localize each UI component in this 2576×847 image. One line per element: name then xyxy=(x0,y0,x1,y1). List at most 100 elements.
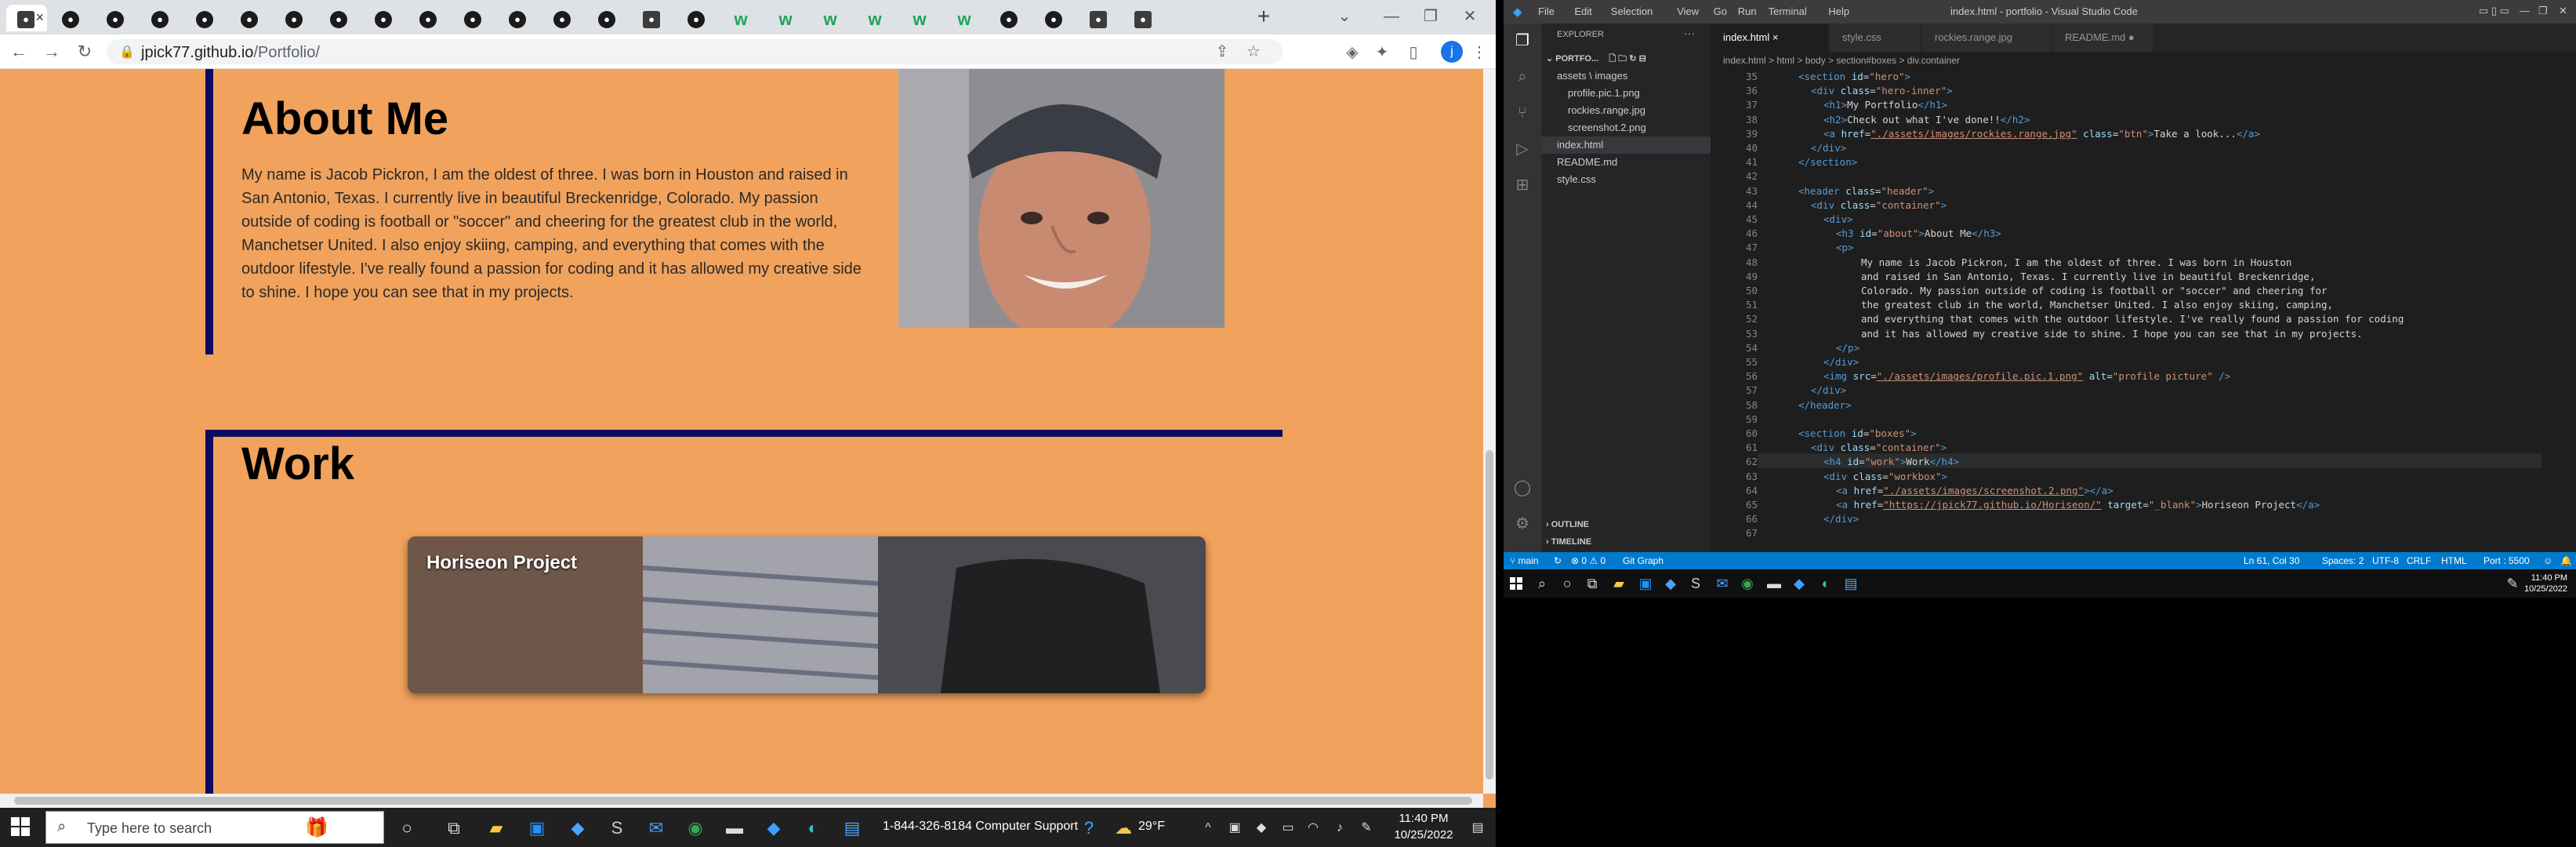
volume-icon[interactable]: ♪ xyxy=(1328,816,1351,840)
file-tree-item[interactable]: profile.pic.1.png xyxy=(1541,85,1711,102)
code-line[interactable]: My name is Jacob Pickron, I am the oldes… xyxy=(1861,256,2291,268)
indentation[interactable]: Spaces: 2 xyxy=(2322,552,2364,569)
notifications-icon[interactable]: 🔔 xyxy=(2560,552,2572,569)
browser-tab[interactable]: ● × xyxy=(6,5,47,31)
code-line[interactable]: <a href="./assets/images/screenshot.2.pn… xyxy=(1836,485,2113,496)
horizontal-scrollbar[interactable] xyxy=(0,794,1483,808)
browser-tab[interactable]: ● xyxy=(498,5,539,31)
feedback-icon[interactable]: ☺ xyxy=(2543,552,2552,569)
browser-tab[interactable]: w xyxy=(811,5,851,31)
battery-icon[interactable]: ▭ xyxy=(1276,816,1300,840)
git-graph-button[interactable]: Git Graph xyxy=(1623,552,1664,569)
side-panel-icon[interactable]: ▯ xyxy=(1403,42,1424,63)
secondary-chrome-icon[interactable]: ◉ xyxy=(1737,574,1758,593)
live-server-port[interactable]: Port : 5500 xyxy=(2483,552,2530,569)
code-line[interactable]: </div> xyxy=(1811,142,1846,154)
explorer-more-icon[interactable]: ··· xyxy=(1684,27,1695,39)
vscode-close-icon[interactable]: ✕ xyxy=(2559,5,2567,17)
secondary-start-icon[interactable] xyxy=(1510,577,1522,590)
terminal-app-icon[interactable]: S xyxy=(605,816,629,840)
secondary-store-icon[interactable]: ▣ xyxy=(1635,574,1656,593)
code-line[interactable]: and raised in San Antonio, Texas. I curr… xyxy=(1861,271,2315,282)
project-label[interactable]: Horiseon Project xyxy=(426,552,577,574)
file-tree-item[interactable]: README.md xyxy=(1541,154,1711,171)
secondary-terminal-app-icon[interactable]: S xyxy=(1685,574,1706,593)
code-line[interactable]: </div> xyxy=(1823,513,1859,525)
manage-gear-icon[interactable]: ⚙ xyxy=(1513,514,1532,533)
code-line[interactable]: <h2>Check out what I've done!!</h2> xyxy=(1823,114,2030,125)
browser-tab[interactable]: ● xyxy=(632,5,673,31)
timeline-section[interactable]: › TIMELINE xyxy=(1541,533,1711,551)
pen-icon[interactable]: ✎ xyxy=(1355,816,1378,840)
dropbox-icon[interactable]: ◆ xyxy=(566,816,590,840)
menu-item-view[interactable]: View xyxy=(1677,5,1699,17)
weather-icon[interactable]: ☁ xyxy=(1112,816,1135,840)
browser-tab[interactable]: w xyxy=(721,5,762,31)
notification-center-icon[interactable]: ▤ xyxy=(1466,816,1489,840)
source-control-icon[interactable]: ⑂ xyxy=(1513,104,1532,122)
menu-item-edit[interactable]: Edit xyxy=(1574,5,1591,17)
computer-support-text[interactable]: 1-844-326-8184 Computer Support xyxy=(883,820,1078,834)
code-line[interactable]: </section> xyxy=(1798,156,1857,168)
share-icon[interactable]: ⇪ xyxy=(1212,42,1232,62)
new-tab-button[interactable]: + xyxy=(1251,5,1276,30)
vscode-restore-icon[interactable]: ❐ xyxy=(2538,5,2548,17)
browser-tab[interactable]: ● xyxy=(140,5,181,31)
browser-tab[interactable]: ● xyxy=(51,5,92,31)
breadcrumb[interactable]: index.html > html > body > section#boxes… xyxy=(1711,52,2576,69)
code-line[interactable]: <div> xyxy=(1823,213,1853,225)
taskbar-search-box[interactable]: ⌕ Type here to search 🎁 xyxy=(45,811,384,844)
menu-item-terminal[interactable]: Terminal xyxy=(1769,5,1807,17)
vertical-scroll-thumb[interactable] xyxy=(1486,450,1493,780)
folder-header[interactable]: ⌄ PORTFO... 🗋 🗀 ↻ ⊟ xyxy=(1541,50,1711,67)
secondary-file-explorer-icon[interactable]: ▰ xyxy=(1609,574,1629,593)
explorer-icon[interactable]: ❐ xyxy=(1513,31,1532,50)
maximize-icon[interactable]: ❐ xyxy=(1411,3,1450,30)
code-line[interactable]: <a href="./assets/images/rockies.range.j… xyxy=(1823,128,2260,140)
store-icon[interactable]: ▣ xyxy=(525,816,549,840)
code-line[interactable]: <header class="header"> xyxy=(1798,185,1934,197)
code-line[interactable]: <img src="./assets/images/profile.pic.1.… xyxy=(1823,370,2230,382)
code-line[interactable]: </p> xyxy=(1836,342,1859,354)
extensions-icon[interactable]: ⊞ xyxy=(1513,176,1532,194)
browser-tab[interactable]: ● xyxy=(230,5,270,31)
code-editor[interactable]: 35 <section id="hero"> 36 <div class="hero-… xyxy=(1711,69,2576,552)
accounts-icon[interactable]: ◯ xyxy=(1513,478,1532,497)
sync-icon[interactable]: ↻ xyxy=(1554,552,1562,569)
branch-indicator[interactable]: ⑂ main xyxy=(1510,552,1539,569)
code-line[interactable]: </header> xyxy=(1798,399,1852,411)
tray-dropbox-icon[interactable]: ◆ xyxy=(1250,816,1273,840)
browser-tab[interactable]: ● xyxy=(542,5,583,31)
secondary-search-icon[interactable]: ⌕ xyxy=(1532,574,1552,593)
browser-tab[interactable]: ● xyxy=(185,5,226,31)
extensions-puzzle-icon[interactable]: ✦ xyxy=(1372,42,1392,63)
chrome-menu-icon[interactable]: ⋮ xyxy=(1469,42,1489,63)
code-line[interactable]: <section id="hero"> xyxy=(1798,71,1910,82)
secondary-tray-icon[interactable]: ✎ xyxy=(2502,574,2523,593)
secondary-mail-icon[interactable]: ✉ xyxy=(1712,574,1732,593)
editor-tab[interactable]: index.html × xyxy=(1711,24,1828,52)
code-line[interactable]: <div class="container"> xyxy=(1811,442,1947,453)
secondary-photos-icon[interactable]: ▤ xyxy=(1841,574,1861,593)
code-line[interactable]: <h4 id="work">Work</h4> xyxy=(1823,456,1959,467)
close-tab-icon[interactable]: × xyxy=(35,9,44,26)
menu-item-selection[interactable]: Selection xyxy=(1611,5,1653,17)
taskbar-clock[interactable]: 11:40 PM 10/25/2022 xyxy=(1384,810,1463,843)
file-tree-item[interactable]: style.css xyxy=(1541,171,1711,188)
code-line[interactable]: <div class="hero-inner"> xyxy=(1811,85,1953,96)
editor-tab[interactable]: rockies.range.jpg xyxy=(1922,24,2051,52)
browser-tab[interactable]: ● xyxy=(1034,5,1075,31)
editor-tab[interactable]: README.md ● xyxy=(2052,24,2153,52)
unsaved-dot-icon[interactable]: ● xyxy=(2125,31,2135,43)
profile-avatar[interactable]: j xyxy=(1441,41,1463,63)
secondary-edge-icon[interactable]: ◐ xyxy=(1816,574,1836,593)
layout-icon[interactable]: ▭ ▯ ▭ xyxy=(2479,5,2509,17)
cortana-icon[interactable]: ○ xyxy=(395,816,419,840)
code-line[interactable]: <section id="boxes"> xyxy=(1798,427,1917,439)
browser-tab[interactable]: ● xyxy=(96,5,136,31)
encoding[interactable]: UTF-8 xyxy=(2372,552,2399,569)
browser-tab[interactable]: ● xyxy=(364,5,405,31)
browser-tab[interactable]: w xyxy=(945,5,985,31)
horizontal-scroll-thumb[interactable] xyxy=(14,797,1472,805)
code-line[interactable]: <div class="workbox"> xyxy=(1823,471,1947,482)
